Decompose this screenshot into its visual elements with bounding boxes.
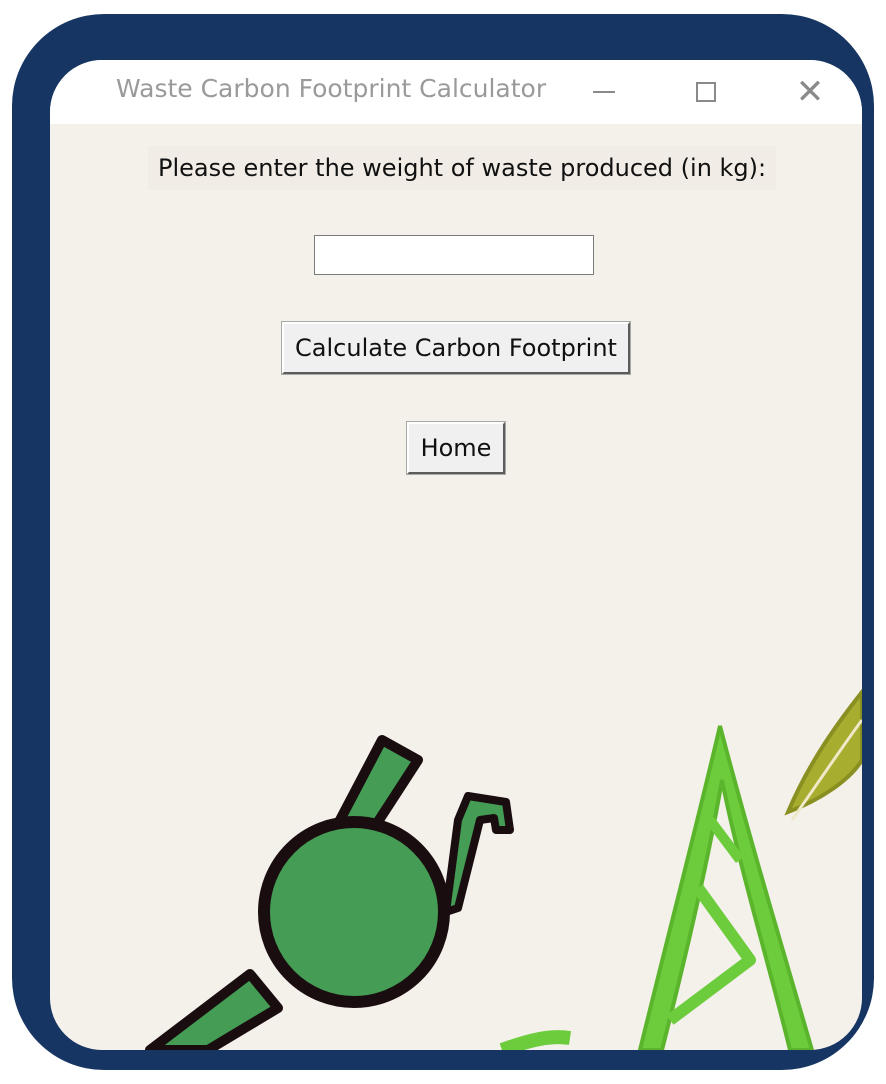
close-button[interactable]: ✕ [780, 66, 840, 118]
calculate-carbon-footprint-button[interactable]: Calculate Carbon Footprint [282, 322, 630, 374]
background-illustration [145, 688, 862, 1050]
app-window: Waste Carbon Footprint Calculator ✕ Plea… [50, 60, 862, 1050]
minimize-icon [593, 91, 615, 93]
minimize-button[interactable] [574, 66, 634, 118]
lime-tree-icon [499, 725, 815, 1050]
device-frame: Waste Carbon Footprint Calculator ✕ Plea… [12, 14, 874, 1070]
weight-input[interactable] [314, 235, 594, 275]
maximize-icon [696, 82, 716, 102]
green-figure-icon [145, 735, 514, 1050]
maximize-button[interactable] [676, 66, 736, 118]
title-bar: Waste Carbon Footprint Calculator ✕ [50, 60, 862, 124]
olive-leaf-icon [784, 688, 862, 821]
window-title: Waste Carbon Footprint Calculator [116, 74, 547, 103]
close-icon: ✕ [795, 72, 825, 112]
home-button[interactable]: Home [407, 422, 505, 474]
weight-prompt-label: Please enter the weight of waste produce… [148, 146, 777, 190]
